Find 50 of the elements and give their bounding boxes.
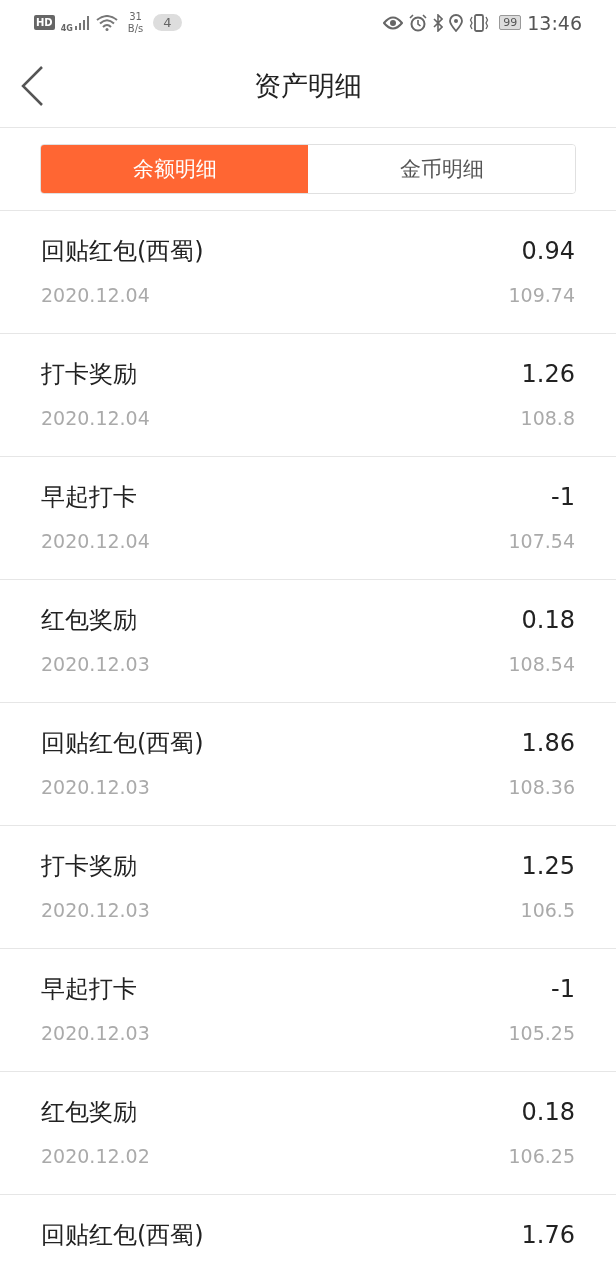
record-title: 红包奖励 bbox=[41, 605, 137, 636]
record-balance: 106.5 bbox=[520, 899, 575, 921]
signal-icon bbox=[73, 14, 90, 31]
record-amount: 0.94 bbox=[521, 237, 575, 265]
record-amount: 1.25 bbox=[521, 852, 575, 880]
record-title: 打卡奖励 bbox=[41, 359, 137, 390]
wifi-icon bbox=[95, 14, 118, 31]
record-title: 回贴红包(西蜀) bbox=[41, 728, 204, 759]
record-amount: 0.18 bbox=[521, 1098, 575, 1126]
location-icon bbox=[449, 13, 464, 32]
record-title: 红包奖励 bbox=[41, 1097, 137, 1128]
record-title: 回贴红包(西蜀) bbox=[41, 236, 204, 267]
record-balance: 109.74 bbox=[508, 284, 575, 306]
network-label: 4G bbox=[60, 23, 73, 33]
vibrate-icon bbox=[469, 13, 490, 32]
record-title: 打卡奖励 bbox=[41, 851, 137, 882]
record-date: 2020.12.04 bbox=[41, 407, 150, 429]
record-date: 2020.12.03 bbox=[41, 776, 150, 798]
record-date: 2020.12.03 bbox=[41, 1022, 150, 1044]
notification-count: 4 bbox=[153, 14, 182, 31]
clock: 13:46 bbox=[527, 11, 582, 34]
record-date: 2020.12.04 bbox=[41, 530, 150, 552]
record-amount: 0.18 bbox=[521, 606, 575, 634]
page-title: 资产明细 bbox=[254, 69, 362, 103]
record-title: 早起打卡 bbox=[41, 974, 137, 1005]
alarm-icon bbox=[409, 13, 428, 32]
record-balance: 105.25 bbox=[508, 1022, 575, 1044]
record-balance: 108.54 bbox=[508, 653, 575, 675]
record-amount: -1 bbox=[551, 975, 575, 1003]
back-icon[interactable] bbox=[20, 65, 44, 107]
record-title: 回贴红包(西蜀) bbox=[41, 1220, 204, 1251]
record-amount: 1.76 bbox=[521, 1221, 575, 1249]
record-title: 早起打卡 bbox=[41, 482, 137, 513]
record-balance: 108.8 bbox=[520, 407, 575, 429]
record-balance: 106.25 bbox=[508, 1145, 575, 1167]
record-date: 2020.12.04 bbox=[41, 284, 150, 306]
speed-value: 31 bbox=[129, 10, 142, 23]
battery-level: 99 bbox=[503, 16, 518, 29]
record-balance: 107.54 bbox=[508, 530, 575, 552]
record-balance: 108.36 bbox=[508, 776, 575, 798]
record-amount: 1.26 bbox=[521, 360, 575, 388]
record-amount: -1 bbox=[551, 483, 575, 511]
record-date: 2020.12.03 bbox=[41, 899, 150, 921]
record-date: 2020.12.03 bbox=[41, 653, 150, 675]
record-amount: 1.86 bbox=[521, 729, 575, 757]
hd-badge: HD bbox=[34, 15, 55, 30]
eye-icon bbox=[383, 15, 404, 30]
speed-unit: B/s bbox=[127, 22, 144, 35]
bluetooth-icon bbox=[433, 13, 444, 32]
record-date: 2020.12.02 bbox=[41, 1145, 150, 1167]
